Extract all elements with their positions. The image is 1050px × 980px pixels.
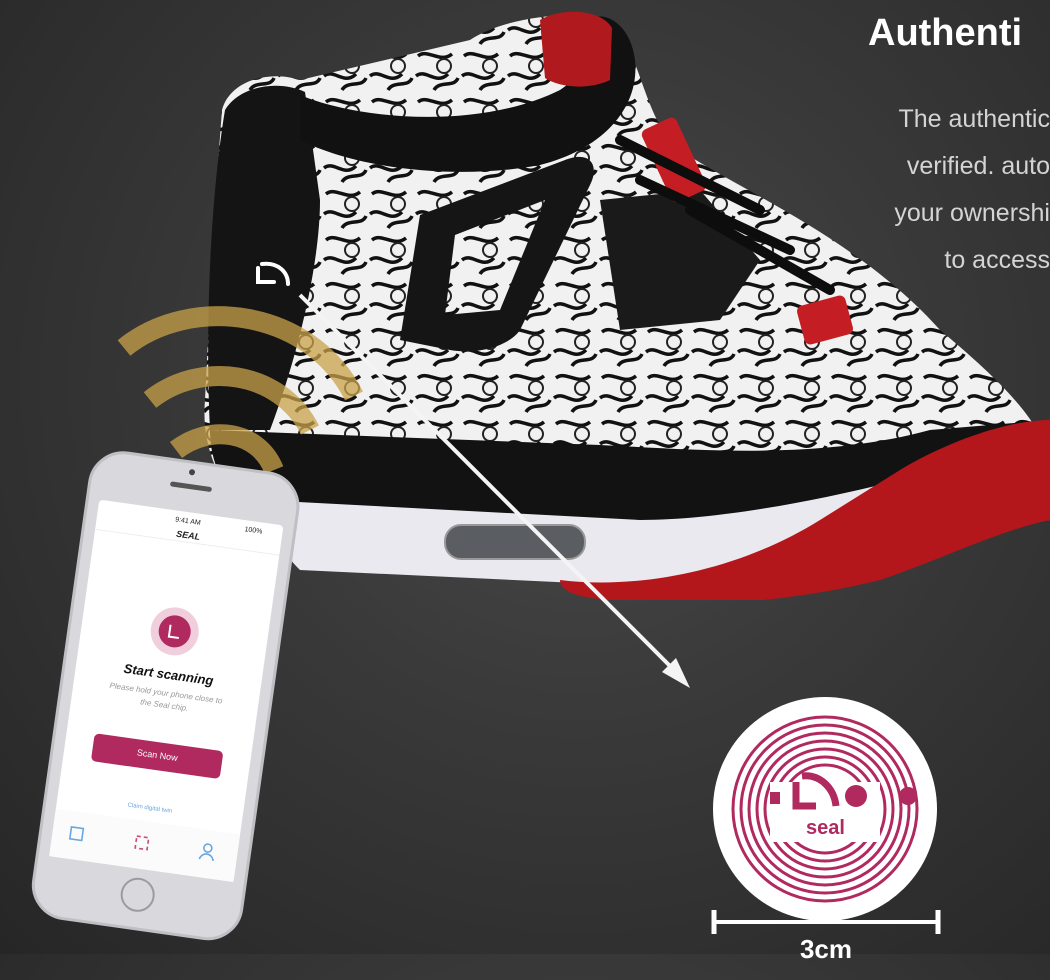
size-ruler: 3cm	[710, 910, 942, 964]
claim-digital-twin-link[interactable]: Claim digital twin	[57, 793, 242, 825]
ruler-line	[711, 910, 941, 934]
scan-now-button[interactable]: Scan Now	[92, 741, 222, 769]
seal-tag-graphic: seal	[713, 697, 937, 921]
ruler-label: 3cm	[799, 934, 853, 964]
phone-status-time: 9:41 AM	[174, 516, 202, 527]
seal-brand-text: seal	[806, 817, 845, 839]
phone-status-battery: 100%	[244, 526, 263, 536]
seal-nfc-tag: seal	[712, 696, 938, 922]
smartphone-mockup: 9:41 AM 100% SEAL Start scanning Please …	[0, 440, 320, 960]
